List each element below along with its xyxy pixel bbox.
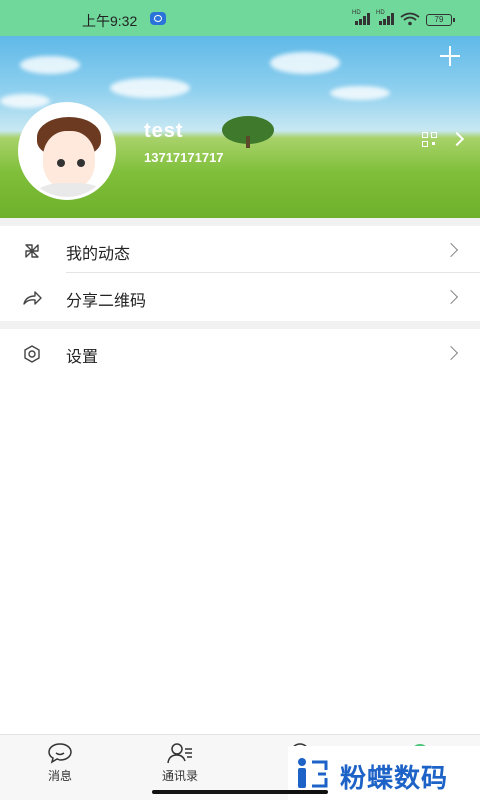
watermark-text: 粉蝶数码 (340, 764, 449, 794)
cell-signal-icon-2: HD (376, 10, 394, 25)
profile-phone: 13717171717 (144, 150, 224, 165)
home-indicator[interactable] (152, 790, 328, 794)
profile-username: test (144, 120, 184, 142)
menu-item-settings[interactable]: 设置 (0, 329, 480, 377)
menu-item-label: 设置 (66, 347, 99, 366)
cloud-decoration (0, 94, 50, 108)
profile-header: test 13717171717 (0, 36, 480, 218)
status-time: 上午9:32 (82, 13, 138, 29)
cloud-decoration (20, 56, 80, 74)
wifi-icon (400, 12, 420, 26)
cloud-decoration (330, 86, 390, 100)
contacts-icon (167, 743, 192, 764)
avatar-eye (57, 159, 65, 167)
section-gap (0, 321, 480, 329)
menu-item-label: 分享二维码 (66, 291, 147, 310)
watermark-logo-icon (298, 758, 328, 788)
avatar-body (35, 183, 105, 197)
menu-item-my-moments[interactable]: 我的动态 (0, 226, 480, 272)
cell-signal-icon: HD (352, 10, 370, 25)
settings-hexagon-icon (24, 345, 40, 363)
cloud-decoration (110, 78, 190, 98)
pinwheel-icon (25, 244, 39, 258)
chevron-right-icon[interactable] (449, 131, 465, 147)
chat-bubble-icon (48, 743, 72, 764)
avatar[interactable] (18, 102, 116, 200)
chevron-right-icon (443, 242, 459, 258)
avatar-face (43, 131, 95, 189)
tab-label: 消息 (47, 769, 72, 783)
notification-app-icon (150, 12, 166, 25)
cloud-decoration (270, 52, 340, 74)
menu-item-share-qr[interactable]: 分享二维码 (0, 273, 480, 321)
tab-label: 通讯录 (161, 769, 198, 783)
avatar-eye (77, 159, 85, 167)
add-plus-icon[interactable] (438, 44, 462, 68)
qr-code-icon[interactable] (422, 132, 438, 148)
menu-item-label: 我的动态 (66, 244, 131, 263)
tree-trunk-decoration (246, 136, 250, 148)
battery-icon: 79 (426, 14, 455, 26)
section-gap (0, 218, 480, 226)
chevron-right-icon (443, 345, 459, 361)
share-icon (23, 291, 42, 305)
chevron-right-icon (443, 289, 459, 305)
tab-messages[interactable]: 消息 (0, 735, 120, 800)
status-bar: 上午9:32 HD HD 79 (0, 0, 480, 36)
